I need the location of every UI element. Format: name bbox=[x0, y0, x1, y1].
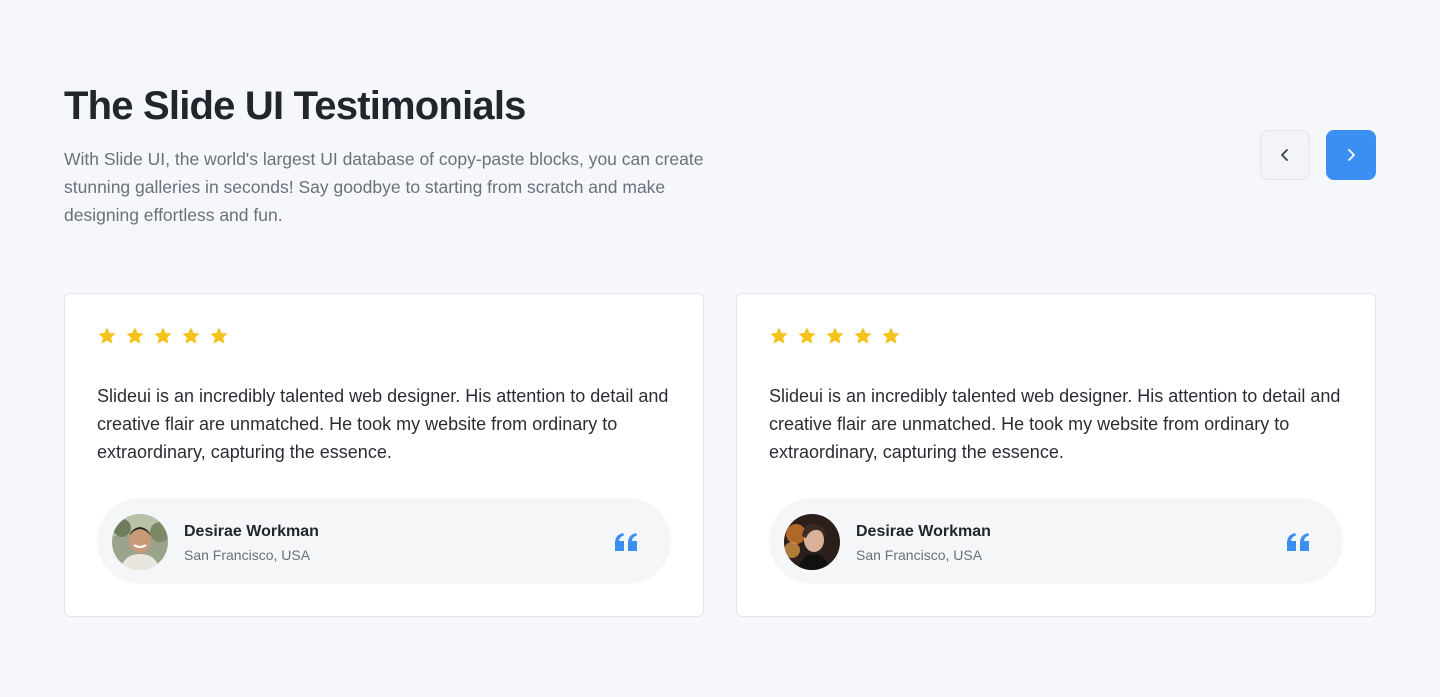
author-name: Desirae Workman bbox=[856, 523, 991, 540]
chevron-left-icon bbox=[1281, 149, 1288, 161]
star-icon bbox=[154, 327, 172, 344]
star-rating bbox=[769, 326, 901, 346]
avatar bbox=[112, 514, 168, 570]
testimonial-text: Slideui is an incredibly talented web de… bbox=[769, 386, 1341, 462]
testimonial-card: Slideui is an incredibly talented web de… bbox=[736, 293, 1376, 617]
star-icon bbox=[826, 327, 844, 344]
testimonial-cards: Slideui is an incredibly talented web de… bbox=[64, 293, 1376, 617]
section-title: The Slide UI Testimonials bbox=[64, 84, 526, 128]
star-icon bbox=[770, 327, 788, 344]
section-description: With Slide UI, the world's largest UI da… bbox=[64, 149, 704, 225]
testimonial-text: Slideui is an incredibly talented web de… bbox=[97, 386, 669, 462]
star-icon bbox=[182, 327, 200, 344]
star-icon bbox=[98, 327, 116, 344]
author-block: Desirae Workman San Francisco, USA bbox=[769, 498, 1343, 584]
testimonial-card: Slideui is an incredibly talented web de… bbox=[64, 293, 704, 617]
previous-button[interactable] bbox=[1260, 130, 1310, 180]
author-name: Desirae Workman bbox=[184, 523, 319, 540]
quote-icon bbox=[615, 533, 637, 551]
chevron-right-icon bbox=[1348, 149, 1355, 161]
star-icon bbox=[882, 327, 900, 344]
next-button[interactable] bbox=[1326, 130, 1376, 180]
star-icon bbox=[798, 327, 816, 344]
avatar bbox=[784, 514, 840, 570]
slider-navigation bbox=[1260, 130, 1376, 180]
star-icon bbox=[210, 327, 228, 344]
star-icon bbox=[854, 327, 872, 344]
author-block: Desirae Workman San Francisco, USA bbox=[97, 498, 671, 584]
quote-icon bbox=[1287, 533, 1309, 551]
star-rating bbox=[97, 326, 229, 346]
author-location: San Francisco, USA bbox=[184, 547, 311, 563]
author-location: San Francisco, USA bbox=[856, 547, 983, 563]
testimonials-section: The Slide UI Testimonials With Slide UI,… bbox=[64, 0, 1376, 697]
star-icon bbox=[126, 327, 144, 344]
